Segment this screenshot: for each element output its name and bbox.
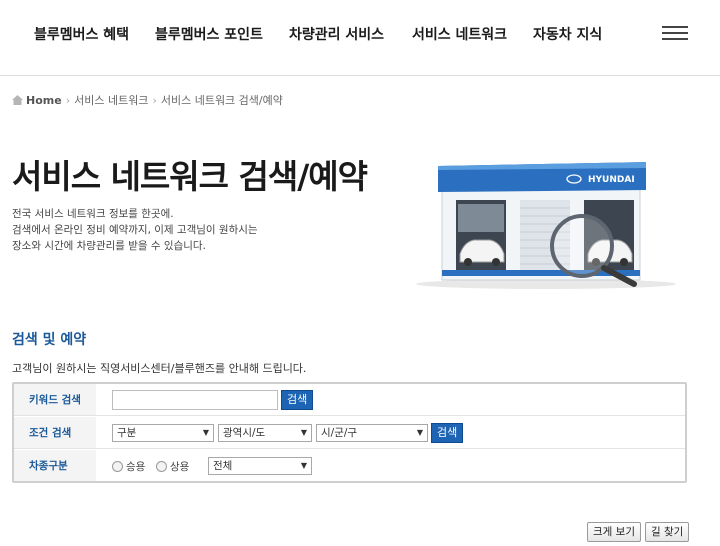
caret-down-icon: ▼ [300,461,307,470]
region-select[interactable]: 광역시/도 ▼ [218,424,312,442]
breadcrumb-service-network[interactable]: 서비스 네트워크 [74,92,148,108]
caret-down-icon: ▼ [202,428,209,437]
radio-passenger-label: 승용 [126,461,146,473]
keyword-search-row: 키워드 검색 검색 [14,384,685,416]
nav-item-membership-points[interactable]: 블루멤버스 포인트 [155,24,263,44]
search-panel: 키워드 검색 검색 조건 검색 구분 ▼ 광역시/도 ▼ 시/군/구 ▼ 검색 … [12,382,687,483]
city-select[interactable]: 시/군/구 ▼ [316,424,428,442]
caret-down-icon: ▼ [416,428,423,437]
vehicle-type-row: 차종구분 승용 상용 전체 ▼ [14,450,685,481]
breadcrumb-home[interactable]: Home [26,94,62,107]
condition-search-row: 조건 검색 구분 ▼ 광역시/도 ▼ 시/군/구 ▼ 검색 [14,417,685,449]
type-select-value: 구분 [117,427,137,439]
description-line: 전국 서비스 네트워크 정보를 한곳에. [12,208,174,220]
nav-item-membership-benefits[interactable]: 블루멤버스 혜택 [34,24,129,44]
nav-item-service-network[interactable]: 서비스 네트워크 [412,24,507,44]
page-title: 서비스 네트워크 검색/예약 [12,157,368,196]
vehicle-type-label: 차종구분 [14,450,96,481]
breadcrumb: Home › 서비스 네트워크 › 서비스 네트워크 검색/예약 [12,92,283,108]
page-description: 전국 서비스 네트워크 정보를 한곳에. 검색에서 온라인 정비 예약까지, 이… [12,206,258,254]
radio-commercial[interactable]: 상용 [156,459,189,474]
condition-search-button[interactable]: 검색 [431,423,464,443]
service-center-illustration: HYUNDAI [416,162,676,289]
section-description: 고객님이 원하시는 직영서비스센터/블루핸즈를 안내해 드립니다. [12,362,307,375]
chevron-right-icon: › [152,93,157,107]
radio-commercial-label: 상용 [170,461,190,473]
type-select[interactable]: 구분 ▼ [112,424,214,442]
nav-item-car-knowledge[interactable]: 자동차 지식 [533,24,602,44]
home-icon [12,95,23,105]
keyword-search-input[interactable] [112,390,278,410]
directions-button[interactable]: 길 찾기 [645,522,690,542]
nav-item-vehicle-care[interactable]: 차량관리 서비스 [289,24,384,44]
breadcrumb-current-page: 서비스 네트워크 검색/예약 [160,94,283,107]
description-line: 장소와 시간에 차량관리를 받을 수 있습니다. [12,240,206,252]
condition-search-label: 조건 검색 [14,417,96,448]
description-line: 검색에서 온라인 정비 예약까지, 이제 고객님이 원하시는 [12,224,258,236]
caret-down-icon: ▼ [300,428,307,437]
large-view-button[interactable]: 크게 보기 [587,522,641,542]
keyword-search-label: 키워드 검색 [14,384,96,415]
brand-sign: HYUNDAI [588,175,635,185]
vehicle-select[interactable]: 전체 ▼ [208,457,312,475]
chevron-right-icon: › [65,93,71,107]
region-select-value: 광역시/도 [223,427,266,439]
radio-icon [112,461,123,472]
hamburger-menu-icon[interactable] [662,26,688,40]
city-select-value: 시/군/구 [321,427,358,439]
keyword-search-button[interactable]: 검색 [281,390,314,410]
top-navigation: 블루멤버스 혜택 블루멤버스 포인트 차량관리 서비스 서비스 네트워크 자동차… [0,0,720,76]
vehicle-select-value: 전체 [213,460,233,472]
section-title: 검색 및 예약 [12,332,87,348]
radio-passenger[interactable]: 승용 [112,459,145,474]
radio-icon [156,461,167,472]
